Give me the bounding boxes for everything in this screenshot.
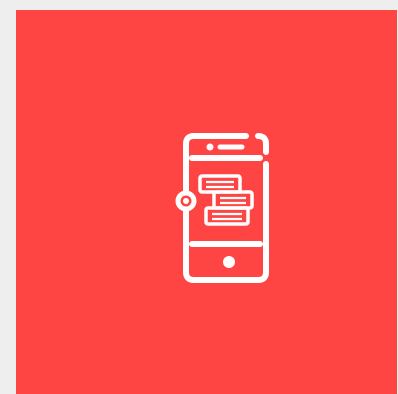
mobile-library-books-icon [175, 133, 269, 283]
book-bottom-lines [212, 212, 242, 221]
page-background [0, 0, 398, 394]
feature-tile [16, 10, 397, 394]
book-top [198, 174, 242, 194]
phone-outline-top [183, 133, 249, 195]
camera-dot [206, 143, 214, 151]
book-middle-lines [220, 196, 246, 205]
side-ring-center [183, 198, 189, 204]
book-bottom [204, 206, 250, 226]
book-top-lines [206, 180, 234, 189]
book-middle [212, 190, 254, 210]
home-button [223, 256, 235, 268]
phone-outline-right-top [255, 133, 269, 155]
